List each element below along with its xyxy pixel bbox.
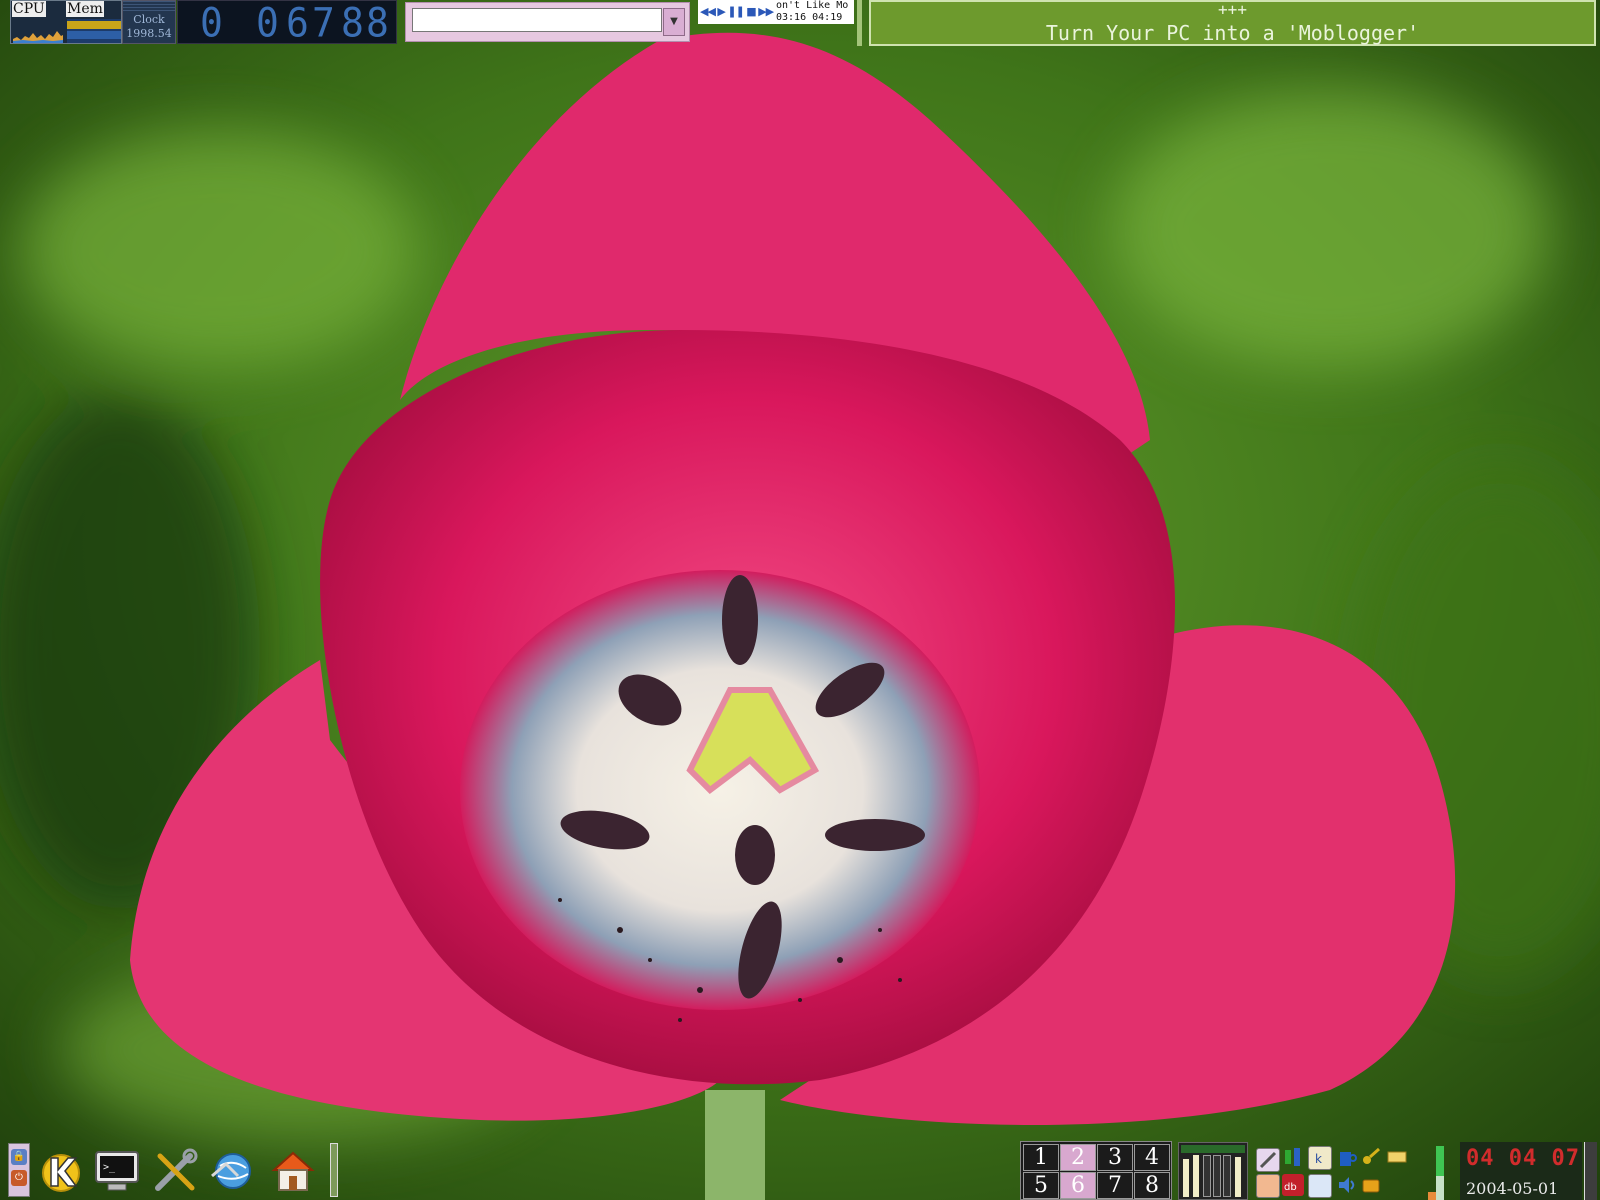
cpu-label: CPU: [12, 1, 46, 17]
counter-digit: 8: [366, 0, 390, 47]
terminal-icon[interactable]: >_: [92, 1146, 142, 1196]
media-controls[interactable]: ◀◀ ▶ ❚❚ ■ ▶▶: [700, 5, 774, 18]
history-dropdown-button[interactable]: ▼: [663, 8, 685, 36]
digital-counter: 0 0 6 7 8 8: [177, 0, 397, 44]
counter-digit: 8: [341, 0, 365, 47]
pager-desktop-4[interactable]: 4: [1134, 1144, 1170, 1171]
track-total: 04:19: [812, 12, 843, 23]
home-folder-icon[interactable]: [268, 1146, 318, 1196]
svg-text:db: db: [1284, 1182, 1297, 1193]
mem-graph: [67, 19, 121, 43]
load-meter-segment: [1436, 1146, 1444, 1176]
top-panel: CPU Mem Clock 1998.54 0 0 6 7 8 8 ▼ ◀◀ ▶…: [0, 0, 1600, 46]
logout-icon[interactable]: ⏻: [11, 1170, 27, 1186]
mem-label: Mem: [66, 1, 104, 17]
track-times: 03:16 04:19: [776, 12, 842, 24]
volume-slider[interactable]: [1223, 1155, 1231, 1197]
audio-mixer[interactable]: [1178, 1142, 1248, 1200]
settings-icon[interactable]: [150, 1146, 200, 1196]
track-elapsed: 03:16: [776, 12, 807, 23]
battery-icon[interactable]: [1282, 1146, 1304, 1168]
clock-date: 2004-05-01: [1466, 1179, 1559, 1198]
track-title: on't Like Mo: [776, 0, 849, 11]
panel-handle[interactable]: [330, 1143, 338, 1197]
clock-widget-label: Clock: [133, 13, 165, 26]
ticker-handle[interactable]: [857, 0, 862, 46]
clock-widget-value: 1998.54: [126, 27, 172, 40]
wallet-icon[interactable]: [1360, 1174, 1382, 1196]
pager-desktop-7[interactable]: 7: [1097, 1172, 1133, 1199]
panel-clock[interactable]: 04 04 07 2004-05-01: [1460, 1142, 1582, 1200]
key-icon[interactable]: [1360, 1146, 1382, 1168]
browser-icon[interactable]: [208, 1146, 258, 1196]
system-monitor[interactable]: CPU Mem: [10, 0, 122, 44]
notes-icon[interactable]: [1256, 1174, 1280, 1198]
k-menu-icon[interactable]: [36, 1146, 86, 1196]
volume-slider[interactable]: [1193, 1155, 1199, 1197]
counter-digit: 0: [256, 0, 280, 47]
pencil-icon[interactable]: [1256, 1148, 1280, 1172]
lock-logout-applet: 🔒 ⏻: [8, 1143, 30, 1197]
system-tray: k db: [1256, 1142, 1414, 1200]
counter-digit: 7: [312, 0, 336, 47]
mug-icon[interactable]: [1336, 1146, 1358, 1168]
database-icon[interactable]: db: [1282, 1174, 1304, 1196]
volume-slider[interactable]: [1203, 1155, 1211, 1197]
media-player: ◀◀ ▶ ❚❚ ■ ▶▶ on't Like Mo 03:16 04:19: [698, 0, 854, 24]
clock-time: 04 04 07: [1466, 1146, 1580, 1171]
panel-hide-button[interactable]: [1584, 1142, 1597, 1200]
calendar-icon[interactable]: [1308, 1174, 1332, 1198]
run-command-input[interactable]: [412, 8, 662, 32]
pager-desktop-3[interactable]: 3: [1097, 1144, 1133, 1171]
ticker-separator: +++: [1218, 0, 1247, 19]
cpu-graph: [13, 19, 63, 43]
volume-slider[interactable]: [1235, 1157, 1241, 1197]
load-meter-segment: [1428, 1192, 1436, 1200]
mixer-header: [1181, 1145, 1245, 1153]
volume-slider[interactable]: [1183, 1159, 1189, 1197]
counter-digit: 0: [200, 0, 224, 47]
clock-widget[interactable]: Clock 1998.54: [122, 0, 176, 44]
pager-desktop-2[interactable]: 2: [1060, 1144, 1096, 1171]
desktop-pager: 1 2 3 4 5 6 7 8: [1020, 1141, 1172, 1200]
desktop-wallpaper: [0, 0, 1600, 1200]
chevron-down-icon: ▼: [670, 16, 678, 27]
ticker-headline[interactable]: Turn Your PC into a 'Moblogger': [871, 22, 1594, 44]
svg-text:>_: >_: [103, 1162, 116, 1173]
load-meter-segment: [1436, 1176, 1444, 1200]
clock-widget-stripes: [123, 1, 175, 13]
lock-screen-icon[interactable]: 🔒: [11, 1149, 27, 1165]
load-meter: [1422, 1142, 1446, 1200]
pager-desktop-8[interactable]: 8: [1134, 1172, 1170, 1199]
speaker-icon[interactable]: [1336, 1174, 1358, 1196]
pager-desktop-6[interactable]: 6: [1060, 1172, 1096, 1199]
klipper-icon[interactable]: k: [1308, 1146, 1332, 1170]
volume-slider[interactable]: [1213, 1155, 1221, 1197]
pager-desktop-1[interactable]: 1: [1023, 1144, 1059, 1171]
envelope-icon[interactable]: [1386, 1146, 1408, 1168]
news-ticker[interactable]: +++ Turn Your PC into a 'Moblogger': [869, 0, 1596, 46]
pager-desktop-5[interactable]: 5: [1023, 1172, 1059, 1199]
svg-text:k: k: [1315, 1152, 1322, 1166]
counter-digit: 6: [286, 0, 310, 47]
run-command-box: ▼: [405, 2, 690, 42]
